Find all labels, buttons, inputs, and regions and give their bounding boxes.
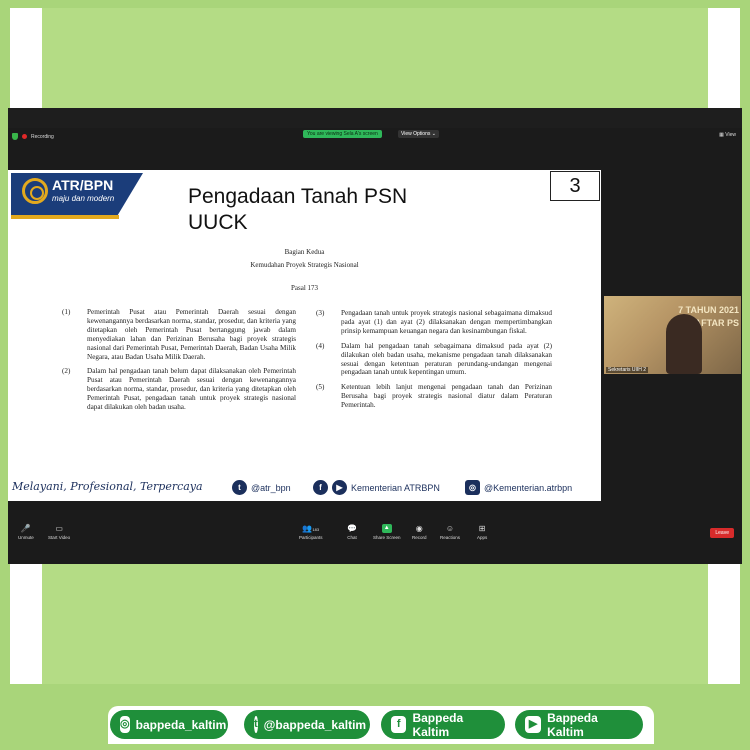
youtube-icon: ▶ — [332, 480, 347, 495]
reactions-label: Reactions — [440, 535, 461, 540]
participants-count: 183 — [312, 527, 320, 532]
apps-button[interactable]: ⊞ Apps — [477, 524, 487, 540]
clause-text: Ketentuan lebih lanjut mengenai pengadaa… — [341, 383, 552, 410]
record-icon: ◉ — [415, 524, 423, 533]
participants-icon: 👥183 — [302, 524, 320, 533]
view-options-label: View Options — [401, 131, 431, 137]
record-dot-icon — [22, 134, 27, 139]
slide-title-line-2: UUCK — [188, 211, 248, 234]
apps-icon: ⊞ — [478, 524, 486, 533]
share-screen-button[interactable]: ▲ Share Screen — [373, 524, 401, 540]
clause-text: Dalam hal pengadaan tanah sebagaimana di… — [341, 341, 552, 377]
slide-footer: Melayani, Profesional, Terpercaya t @atr… — [8, 477, 601, 499]
view-button[interactable]: ▦ View — [719, 132, 736, 138]
chat-icon: 💬 — [347, 524, 357, 533]
unmute-label: Unmute — [18, 535, 34, 540]
footer-facebook-name: Bappeda Kaltim — [412, 710, 464, 739]
grid-icon: ▦ — [719, 132, 724, 138]
footer-instagram[interactable]: ◎ bappeda_kaltim — [110, 710, 228, 739]
footer-twitter[interactable]: t @bappeda_kaltim — [244, 710, 370, 739]
footer-twitter-handle: @bappeda_kaltim — [263, 717, 367, 732]
logo-gold-stripe — [11, 215, 119, 219]
chat-button[interactable]: 💬 Chat — [347, 524, 357, 540]
recording-label: Recording — [31, 133, 54, 140]
instagram-icon: ◎ — [120, 716, 130, 733]
reactions-icon: ☺ — [445, 524, 455, 533]
youtube-icon: ▶ — [525, 716, 542, 733]
clause-item: (4) Dalam hal pengadaan tanah sebagaiman… — [316, 342, 552, 378]
participants-label: Participants — [299, 535, 323, 540]
apps-label: Apps — [477, 535, 488, 540]
shield-icon — [12, 133, 18, 140]
participants-button[interactable]: 👥183 Participants — [299, 524, 323, 540]
participant-name: Sekretaris UIIH 2 — [606, 367, 649, 373]
atr-bpn-logo: ATR/BPN maju dan modern — [8, 170, 148, 222]
clause-text: Pengadaan tanah untuk proyek strategis n… — [341, 309, 552, 335]
clause-text: Pemerintah Pusat atau Pemerintah Daerah … — [87, 308, 296, 361]
clause-item: (2) Dalam hal pengadaan tanah belum dapa… — [62, 367, 296, 412]
start-video-button[interactable]: ▭ Start Video — [48, 524, 70, 540]
slide-instagram-handle: @Kementerian.atrbpn — [484, 482, 573, 493]
slide-motto: Melayani, Profesional, Terpercaya — [12, 480, 203, 493]
footer-youtube[interactable]: ▶ Bappeda Kaltim — [515, 710, 643, 739]
view-label: View — [725, 132, 736, 138]
leave-button[interactable]: Leave — [710, 528, 734, 538]
viewing-screen-banner: You are viewing Sela A's screen — [303, 130, 382, 138]
slide-page-number: 3 — [550, 171, 600, 201]
shared-slide: ATR/BPN maju dan modern Pengadaan Tanah … — [8, 170, 601, 501]
reactions-button[interactable]: ☺ Reactions — [440, 524, 460, 540]
twitter-icon: t — [254, 716, 258, 733]
slide-title-line-1: Pengadaan Tanah PSN — [188, 185, 408, 208]
instagram-icon: ◎ — [465, 480, 480, 495]
clause-item: (1) Pemerintah Pusat atau Pemerintah Dae… — [62, 308, 296, 361]
record-label: Record — [412, 535, 427, 540]
share-screen-label: Share Screen — [373, 535, 401, 540]
left-column: (1) Pemerintah Pusat atau Pemerintah Dae… — [62, 308, 296, 418]
unmute-button[interactable]: 🎤 Unmute — [18, 524, 34, 540]
logo-subtitle: maju dan modern — [52, 194, 115, 203]
recording-indicator[interactable]: Recording — [12, 133, 54, 140]
slide-twitter: t @atr_bpn — [232, 480, 291, 495]
participant-video[interactable]: 7 TAHUN 2021 AN DAFTAR PS Sekretaris UII… — [604, 296, 741, 374]
article-number: Pasal 173 — [290, 284, 319, 292]
slide-title: Pengadaan Tanah PSN UUCK — [188, 184, 428, 236]
start-video-label: Start Video — [48, 535, 71, 540]
slide-instagram: ◎ @Kementerian.atrbpn — [465, 480, 572, 495]
video-off-icon: ▭ — [55, 524, 63, 533]
view-options-button[interactable]: View Options ⌄ — [398, 130, 439, 138]
clause-item: (3) Pengadaan tanah untuk proyek strateg… — [316, 309, 552, 336]
clause-number: (4) — [316, 341, 325, 350]
facebook-icon: f — [391, 716, 407, 733]
slide-facebook-youtube-name: Kementerian ATRBPN — [351, 482, 440, 493]
footer-youtube-name: Bappeda Kaltim — [547, 710, 598, 739]
share-screen-icon: ▲ — [381, 524, 392, 533]
section-title: Kemudahan Proyek Strategis Nasional — [250, 261, 359, 269]
microphone-muted-icon: 🎤 — [20, 524, 31, 533]
logo-title: ATR/BPN — [52, 177, 114, 193]
slide-twitter-handle: @atr_bpn — [251, 482, 291, 493]
chevron-down-icon: ⌄ — [431, 131, 436, 137]
footer-instagram-handle: bappeda_kaltim — [135, 717, 227, 732]
facebook-icon: f — [313, 480, 328, 495]
globe-emblem-icon — [22, 178, 48, 204]
right-column: (3) Pengadaan tanah untuk proyek strateg… — [316, 309, 552, 416]
zoom-top-bar — [8, 108, 742, 128]
clause-number: (5) — [316, 383, 325, 392]
twitter-icon: t — [232, 480, 247, 495]
section-heading: Bagian Kedua — [284, 248, 325, 256]
clause-text: Dalam hal pengadaan tanah belum dapat di… — [87, 367, 296, 412]
speaker-figure — [666, 314, 702, 374]
clause-number: (1) — [62, 308, 71, 316]
slide-facebook-youtube: f ▶ Kementerian ATRBPN — [313, 480, 440, 495]
chat-label: Chat — [347, 535, 357, 540]
clause-number: (3) — [316, 309, 325, 317]
clause-item: (5) Ketentuan lebih lanjut mengenai peng… — [316, 383, 552, 410]
record-button[interactable]: ◉ Record — [412, 524, 427, 540]
footer-facebook[interactable]: f Bappeda Kaltim — [381, 710, 505, 739]
clause-number: (2) — [62, 367, 71, 376]
